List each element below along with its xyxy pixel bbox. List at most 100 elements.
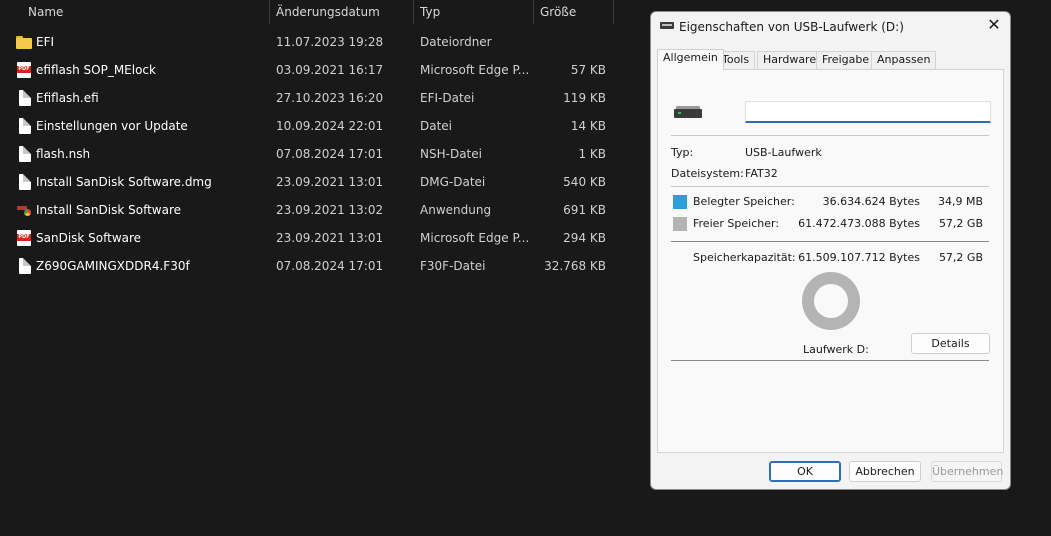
volume-label-input[interactable] — [745, 101, 991, 123]
pdf-icon: PDF — [17, 62, 31, 78]
file-icon — [19, 90, 31, 106]
file-type: EFI-Datei — [420, 91, 475, 105]
ok-button[interactable]: OK — [769, 461, 841, 482]
tab-panel-general: Typ: USB-Laufwerk Dateisystem: FAT32 Bel… — [657, 69, 1004, 453]
tab-hardware[interactable]: Hardware — [757, 51, 823, 69]
file-name: flash.nsh — [36, 147, 91, 161]
used-space-bytes: 36.634.624 Bytes — [822, 195, 920, 208]
file-type: Microsoft Edge P... — [420, 63, 530, 77]
capacity-bytes: 61.509.107.712 Bytes — [798, 251, 920, 264]
file-type: Anwendung — [420, 203, 492, 217]
file-size: 1 KB — [578, 147, 606, 161]
column-separator[interactable] — [413, 0, 414, 24]
used-space-swatch — [673, 195, 687, 209]
column-header-name[interactable]: Name — [28, 4, 63, 20]
divider — [671, 360, 989, 361]
file-row[interactable]: PDF efiflash SOP_MElock 03.09.2021 16:17… — [0, 56, 614, 84]
file-date: 07.08.2024 17:01 — [276, 147, 384, 161]
column-header-date[interactable]: Änderungsdatum — [276, 4, 380, 20]
column-header-type[interactable]: Typ — [420, 4, 440, 20]
capacity-size: 57,2 GB — [938, 251, 983, 264]
file-date: 23.09.2021 13:01 — [276, 175, 384, 189]
column-header-size[interactable]: Größe — [540, 4, 576, 20]
file-date: 10.09.2024 22:01 — [276, 119, 384, 133]
usb-drive-icon — [660, 22, 674, 29]
file-size: 294 KB — [563, 231, 606, 245]
file-type: DMG-Datei — [420, 175, 486, 189]
file-row[interactable]: PDF SanDisk Software 23.09.2021 13:01 Mi… — [0, 224, 614, 252]
file-row[interactable]: Efiflash.efi 27.10.2023 16:20 EFI-Datei … — [0, 84, 614, 112]
file-size: 14 KB — [570, 119, 606, 133]
file-name: EFI — [36, 35, 55, 49]
file-icon — [19, 258, 31, 274]
file-type: Dateiordner — [420, 35, 492, 49]
file-icon — [19, 146, 31, 162]
tab-anpassen[interactable]: Anpassen — [871, 51, 937, 69]
file-name: SanDisk Software — [36, 231, 142, 245]
file-type: NSH-Datei — [420, 147, 482, 161]
used-space-size: 34,9 MB — [937, 195, 983, 208]
file-date: 27.10.2023 16:20 — [276, 91, 384, 105]
file-size: 57 KB — [570, 63, 606, 77]
file-icon — [19, 174, 31, 190]
close-icon: ✕ — [987, 15, 1001, 34]
divider — [671, 241, 989, 242]
details-button[interactable]: Details — [911, 333, 990, 354]
pdf-icon: PDF — [17, 230, 31, 246]
free-space-swatch — [673, 217, 687, 231]
usage-donut-chart — [802, 272, 860, 330]
dialog-titlebar[interactable]: Eigenschaften von USB-Laufwerk (D:) ✕ — [651, 12, 1010, 42]
file-row[interactable]: flash.nsh 07.08.2024 17:01 NSH-Datei 1 K… — [0, 140, 614, 168]
column-separator[interactable] — [269, 0, 270, 24]
file-row[interactable]: Install SanDisk Software.dmg 23.09.2021 … — [0, 168, 614, 196]
file-size: 119 KB — [563, 91, 606, 105]
apply-button[interactable]: Übernehmen — [931, 461, 1003, 482]
usb-drive-icon — [674, 106, 702, 118]
close-button[interactable]: ✕ — [984, 16, 1004, 36]
tab-freigabe[interactable]: Freigabe — [816, 51, 876, 69]
divider — [671, 186, 989, 187]
file-date: 11.07.2023 19:28 — [276, 35, 384, 49]
file-list: EFI 11.07.2023 19:28 Dateiordner PDF efi… — [0, 28, 614, 280]
file-row[interactable]: EFI 11.07.2023 19:28 Dateiordner — [0, 28, 614, 56]
free-space-bytes: 61.472.473.088 Bytes — [798, 217, 920, 230]
free-space-label: Freier Speicher: — [693, 217, 780, 230]
file-type: Microsoft Edge P... — [420, 231, 530, 245]
file-name: Einstellungen vor Update — [36, 119, 188, 133]
file-date: 23.09.2021 13:01 — [276, 231, 384, 245]
drive-letter-label: Laufwerk D: — [803, 343, 869, 356]
cancel-button[interactable]: Abbrechen — [849, 461, 921, 482]
type-label: Typ: — [671, 146, 694, 159]
column-separator[interactable] — [613, 0, 614, 24]
file-type: F30F-Datei — [420, 259, 486, 273]
file-date: 07.08.2024 17:01 — [276, 259, 384, 273]
file-row[interactable]: Install SanDisk Software 23.09.2021 13:0… — [0, 196, 614, 224]
used-space-label: Belegter Speicher: — [693, 195, 795, 208]
file-icon — [19, 118, 31, 134]
filesystem-label: Dateisystem: — [671, 167, 744, 180]
app-icon — [16, 202, 32, 218]
file-name: Efiflash.efi — [36, 91, 99, 105]
file-name: Install SanDisk Software.dmg — [36, 175, 212, 189]
file-date: 03.09.2021 16:17 — [276, 63, 384, 77]
file-size: 691 KB — [563, 203, 606, 217]
column-header-bar: ^ Name Änderungsdatum Typ Größe — [0, 0, 614, 24]
file-size: 32.768 KB — [544, 259, 606, 273]
divider — [671, 135, 989, 136]
file-size: 540 KB — [563, 175, 606, 189]
free-space-size: 57,2 GB — [938, 217, 983, 230]
file-date: 23.09.2021 13:02 — [276, 203, 384, 217]
file-type: Datei — [420, 119, 453, 133]
type-value: USB-Laufwerk — [745, 146, 822, 159]
tab-allgemein[interactable]: Allgemein — [657, 49, 724, 70]
file-explorer: ^ Name Änderungsdatum Typ Größe EFI 11.0… — [0, 0, 640, 536]
file-row[interactable]: Einstellungen vor Update 10.09.2024 22:0… — [0, 112, 614, 140]
file-row[interactable]: Z690GAMINGXDDR4.F30f 07.08.2024 17:01 F3… — [0, 252, 614, 280]
drive-properties-dialog: Eigenschaften von USB-Laufwerk (D:) ✕ Al… — [650, 11, 1011, 490]
folder-icon — [16, 34, 32, 50]
file-name: Z690GAMINGXDDR4.F30f — [36, 259, 190, 273]
column-separator[interactable] — [533, 0, 534, 24]
dialog-title: Eigenschaften von USB-Laufwerk (D:) — [679, 20, 904, 34]
file-name: efiflash SOP_MElock — [36, 63, 156, 77]
filesystem-value: FAT32 — [745, 167, 778, 180]
